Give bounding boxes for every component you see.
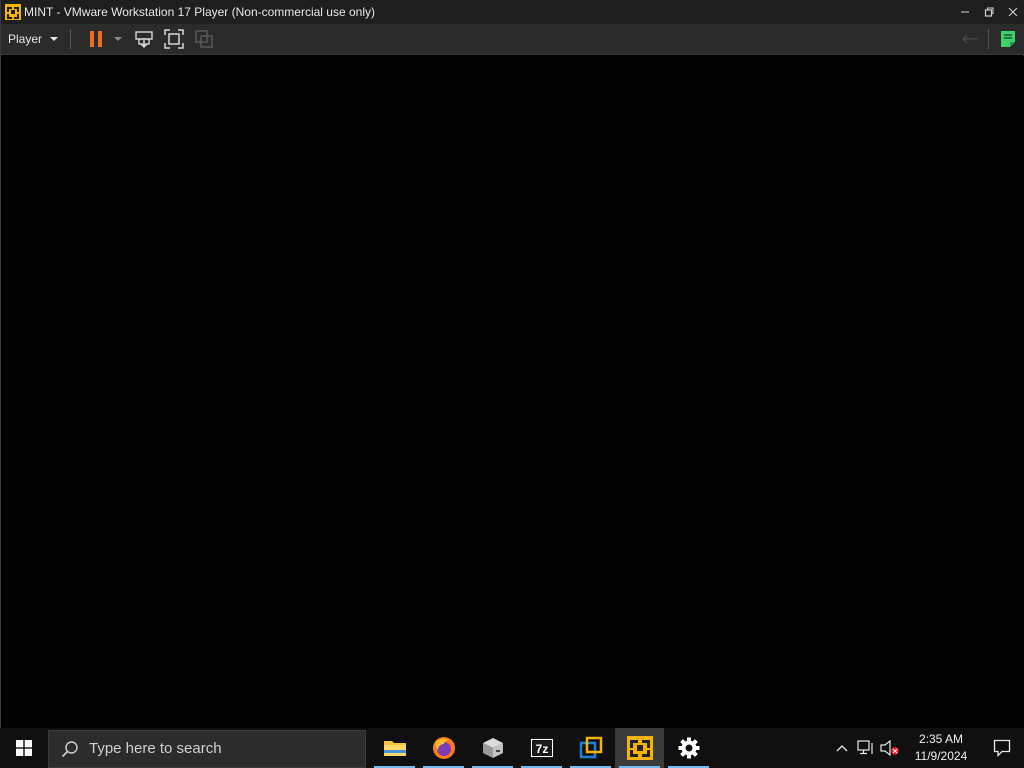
svg-text:7z: 7z [535, 742, 548, 756]
action-center-button[interactable] [980, 728, 1024, 768]
taskbar-settings[interactable] [664, 728, 713, 768]
notification-icon [993, 739, 1011, 757]
taskbar-firefox[interactable] [419, 728, 468, 768]
clock-time: 2:35 AM [918, 732, 964, 746]
virtualbox-icon [579, 736, 602, 759]
full-screen-icon [164, 29, 184, 49]
minimize-icon [961, 11, 969, 13]
app-installer-icon [482, 738, 503, 758]
taskbar-search-box[interactable]: Type here to search [48, 729, 366, 768]
vmware-player-icon [626, 736, 653, 760]
windows-logo-icon [16, 740, 32, 756]
pause-dropdown-button[interactable] [111, 26, 125, 52]
player-toolbar: Player [1, 24, 1024, 55]
full-screen-button[interactable] [159, 26, 189, 52]
send-ctrl-alt-del-button[interactable] [129, 26, 159, 52]
chevron-down-icon [50, 37, 59, 41]
search-placeholder: Type here to search [89, 740, 222, 757]
volume-muted-icon [880, 740, 899, 756]
restore-button[interactable] [977, 0, 1001, 24]
title-bar[interactable]: MINT - VMware Workstation 17 Player (Non… [1, 0, 1024, 24]
show-hidden-icons-button[interactable] [830, 728, 854, 768]
system-tray: 2:35 AM 11/9/2024 [830, 728, 1024, 768]
vmware-player-window: MINT - VMware Workstation 17 Player (Non… [0, 0, 1024, 728]
taskbar-7zip[interactable]: 7z [517, 728, 566, 768]
taskbar-clock[interactable]: 2:35 AM 11/9/2024 [906, 731, 976, 765]
vmware-logo-icon [5, 4, 21, 20]
volume-tray-button[interactable] [878, 728, 902, 768]
window-controls [953, 0, 1024, 24]
unity-icon [195, 30, 213, 48]
network-tray-button[interactable] [854, 728, 878, 768]
chevron-down-icon [114, 37, 123, 41]
taskbar-virtualbox[interactable] [566, 728, 615, 768]
taskbar-apps: 7z [370, 728, 713, 768]
clock-date: 11/9/2024 [914, 749, 968, 763]
player-menu-button[interactable]: Player [1, 27, 64, 51]
settings-icon [678, 737, 699, 759]
start-button[interactable] [0, 728, 48, 768]
file-explorer-icon [383, 741, 406, 756]
pause-icon [90, 31, 103, 47]
restore-icon [984, 7, 994, 17]
close-icon [1008, 7, 1018, 17]
player-menu-label: Player [8, 32, 43, 46]
minimize-button[interactable] [953, 0, 977, 24]
taskbar-vmware-player[interactable] [615, 728, 664, 768]
message-log-button[interactable] [995, 26, 1021, 52]
chevron-up-icon [836, 745, 848, 752]
toolbar-divider [988, 29, 989, 49]
search-icon [61, 740, 79, 758]
window-title: MINT - VMware Workstation 17 Player (Non… [24, 5, 375, 19]
windows-taskbar: Type here to search 7z 2:35 AM 11/9/2024 [0, 728, 1024, 768]
taskbar-file-explorer[interactable] [370, 728, 419, 768]
firefox-icon [432, 737, 455, 759]
taskbar-app-installer[interactable] [468, 728, 517, 768]
back-button[interactable] [958, 26, 982, 52]
message-log-icon [1001, 31, 1015, 47]
send-ctrl-alt-del-icon [135, 31, 153, 48]
back-arrow-icon [962, 34, 977, 44]
toolbar-divider [70, 29, 72, 49]
pause-button[interactable] [81, 26, 111, 52]
vm-display-area[interactable] [1, 56, 1024, 728]
7zip-icon: 7z [529, 738, 554, 758]
close-button[interactable] [1001, 0, 1024, 24]
network-icon [857, 740, 873, 755]
unity-button[interactable] [189, 26, 219, 52]
